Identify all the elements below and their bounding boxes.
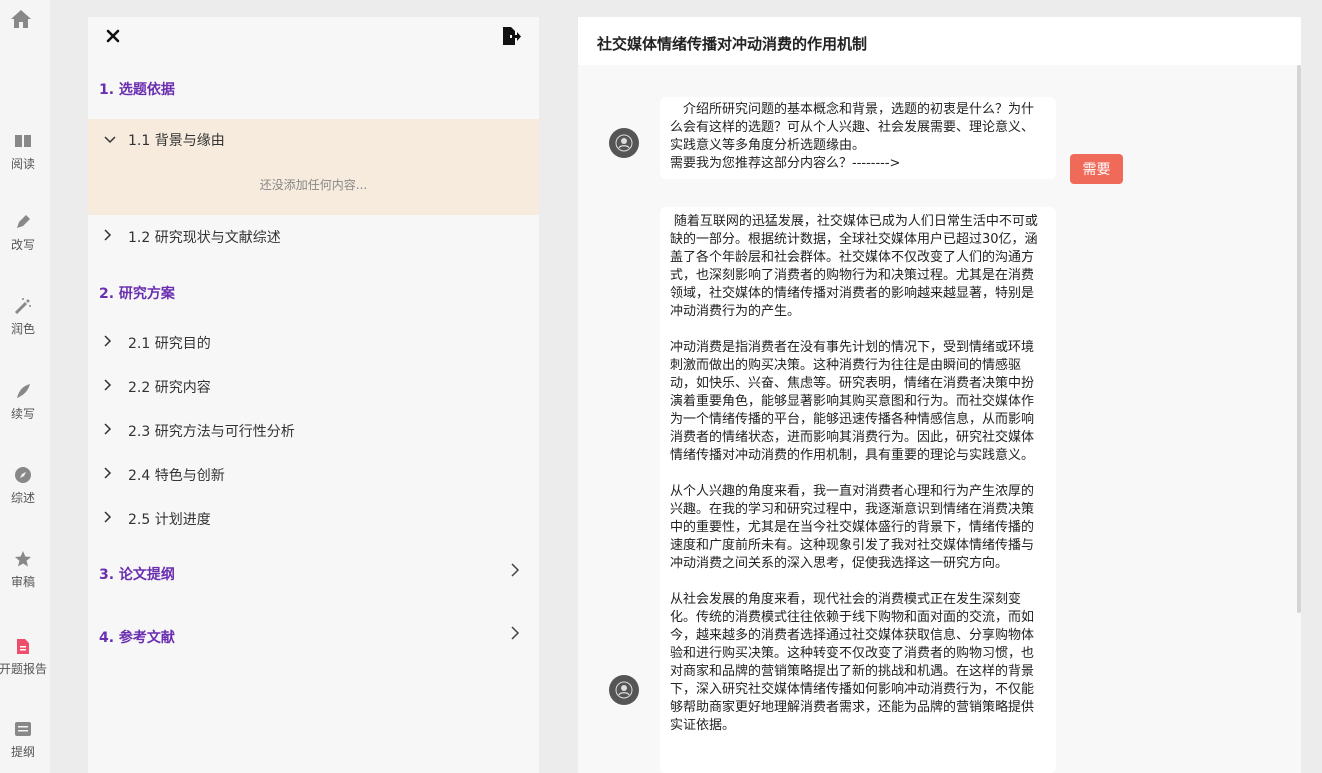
answer-paragraph: 冲动消费是指消费者在没有事先计划的情况下，受到情绪或环境刺激而做出的购买决策。这… xyxy=(670,340,1035,463)
chevron-down-icon xyxy=(104,133,118,148)
outline-item[interactable]: 2.4 特色与创新 xyxy=(88,461,539,489)
chevron-right-icon xyxy=(104,467,118,483)
prompt-question: 需要我为您推荐这部分内容么？--------> xyxy=(670,156,901,171)
chevron-right-icon xyxy=(104,511,118,527)
list-icon xyxy=(13,719,33,739)
rail-label: 审稿 xyxy=(10,575,35,589)
assistant-avatar xyxy=(609,128,639,158)
chevron-right-icon xyxy=(104,423,118,439)
rail-item-review[interactable]: 综述 xyxy=(0,465,46,515)
answer-paragraph: 随着互联网的迅猛发展，社交媒体已成为人们日常生活中不可或缺的一部分。根据统计数据… xyxy=(670,214,1038,319)
book-icon xyxy=(13,131,33,151)
rail-item-continue[interactable]: 续写 xyxy=(0,381,46,431)
prompt-text: 介绍所研究问题的基本概念和背景，选题的初衷是什么？为什么会有这样的选题？可从个人… xyxy=(670,102,1035,153)
chevron-right-icon xyxy=(104,335,118,351)
chevron-right-icon xyxy=(104,379,118,395)
answer-paragraph: 从个人兴趣的角度来看，我一直对消费者心理和行为产生浓厚的兴趣。在我的学习和研究过… xyxy=(670,484,1035,571)
section-title[interactable]: 4. 参考文献 xyxy=(99,627,175,647)
answer-paragraph: 从社会发展的角度来看，现代社会的消费模式正在发生深刻变化。传统的消费模式往往依赖… xyxy=(670,592,1035,733)
rail-label: 阅读 xyxy=(10,157,35,171)
rail-label: 改写 xyxy=(10,238,35,252)
chevron-right-icon xyxy=(104,229,118,245)
star-icon xyxy=(13,549,33,569)
chevron-right-icon[interactable] xyxy=(511,563,520,581)
rail-label: 润色 xyxy=(10,322,35,336)
content-title-bar: 社交媒体情绪传播对冲动消费的作用机制 xyxy=(578,17,1301,65)
rail-item-audit[interactable]: 审稿 xyxy=(0,549,46,599)
outline-item[interactable]: 2.3 研究方法与可行性分析 xyxy=(88,417,539,445)
rail-item-proposal[interactable]: 开题报告 xyxy=(0,630,48,686)
compass-icon xyxy=(13,465,33,485)
outline-panel: 1. 选题依据 还没添加任何内容... 1.1 背景与缘由 1.2 研究现状与文… xyxy=(88,17,539,773)
answer-bubble: 随着互联网的迅猛发展，社交媒体已成为人们日常生活中不可或缺的一部分。根据统计数据… xyxy=(660,207,1056,773)
home-icon[interactable] xyxy=(9,8,33,30)
rail-label: 综述 xyxy=(10,491,35,505)
outline-item-label: 2.3 研究方法与可行性分析 xyxy=(128,424,295,440)
page-title: 社交媒体情绪传播对冲动消费的作用机制 xyxy=(597,35,868,53)
prompt-bubble: 介绍所研究问题的基本概念和背景，选题的初衷是什么？为什么会有这样的选题？可从个人… xyxy=(660,97,1056,179)
outline-item[interactable]: 1.1 背景与缘由 xyxy=(88,126,539,154)
outline-item[interactable]: 2.5 计划进度 xyxy=(88,505,539,533)
assistant-avatar xyxy=(609,675,639,705)
rail-label: 提纲 xyxy=(10,745,35,759)
rail-item-read[interactable]: 阅读 xyxy=(0,131,46,181)
section-title[interactable]: 1. 选题依据 xyxy=(99,79,175,99)
scrollbar[interactable] xyxy=(1297,65,1301,613)
outline-item-label: 1.2 研究现状与文献综述 xyxy=(128,230,281,246)
outline-item-label: 2.2 研究内容 xyxy=(128,380,211,396)
outline-header xyxy=(88,17,539,62)
rail-item-polish[interactable]: 润色 xyxy=(0,296,46,346)
nav-rail: 阅读 改写 润色 续写 综述 审稿 开题报告 提纲 xyxy=(0,0,50,773)
content-panel: 社交媒体情绪传播对冲动消费的作用机制 介绍所研究问题的基本概念和背景，选题的初衷… xyxy=(578,17,1301,773)
outline-item-label: 1.1 背景与缘由 xyxy=(128,133,225,149)
document-icon xyxy=(13,636,33,656)
close-icon[interactable] xyxy=(105,28,121,44)
chevron-right-icon[interactable] xyxy=(511,626,520,644)
rail-label: 续写 xyxy=(10,407,35,421)
pen-icon xyxy=(13,212,33,232)
exit-icon[interactable] xyxy=(501,26,521,46)
outline-item[interactable]: 1.2 研究现状与文献综述 xyxy=(88,223,539,251)
empty-note: 还没添加任何内容... xyxy=(259,178,368,192)
rail-label: 开题报告 xyxy=(0,662,48,676)
feather-icon xyxy=(13,381,33,401)
rail-item-outline[interactable]: 提纲 xyxy=(0,719,46,769)
outline-item[interactable]: 2.1 研究目的 xyxy=(88,329,539,357)
outline-item-label: 2.5 计划进度 xyxy=(128,512,211,528)
outline-item-label: 2.1 研究目的 xyxy=(128,336,211,352)
section-title[interactable]: 3. 论文提纲 xyxy=(99,564,175,584)
section-title[interactable]: 2. 研究方案 xyxy=(99,283,175,303)
rail-item-rewrite[interactable]: 改写 xyxy=(0,212,46,262)
outline-item[interactable]: 2.2 研究内容 xyxy=(88,373,539,401)
need-button[interactable]: 需要 xyxy=(1070,154,1123,184)
magic-wand-icon xyxy=(13,296,33,316)
outline-item-label: 2.4 特色与创新 xyxy=(128,468,225,484)
